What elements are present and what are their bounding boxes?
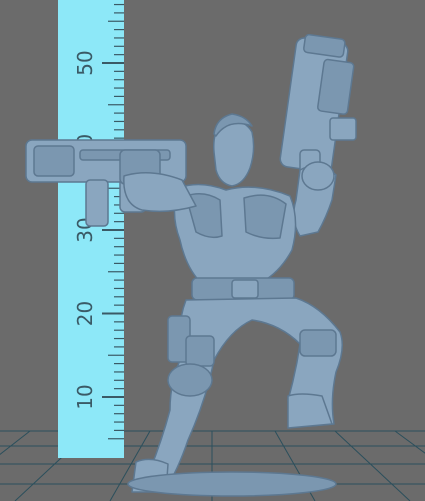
ruler-label: 20 xyxy=(73,301,97,326)
ruler-label: 50 xyxy=(73,50,97,75)
figure-base xyxy=(127,471,337,497)
measuring-ruler: 1020304050 xyxy=(58,0,124,458)
3d-viewport[interactable]: 1020304050 xyxy=(0,0,425,501)
ruler-label: 10 xyxy=(73,384,97,409)
